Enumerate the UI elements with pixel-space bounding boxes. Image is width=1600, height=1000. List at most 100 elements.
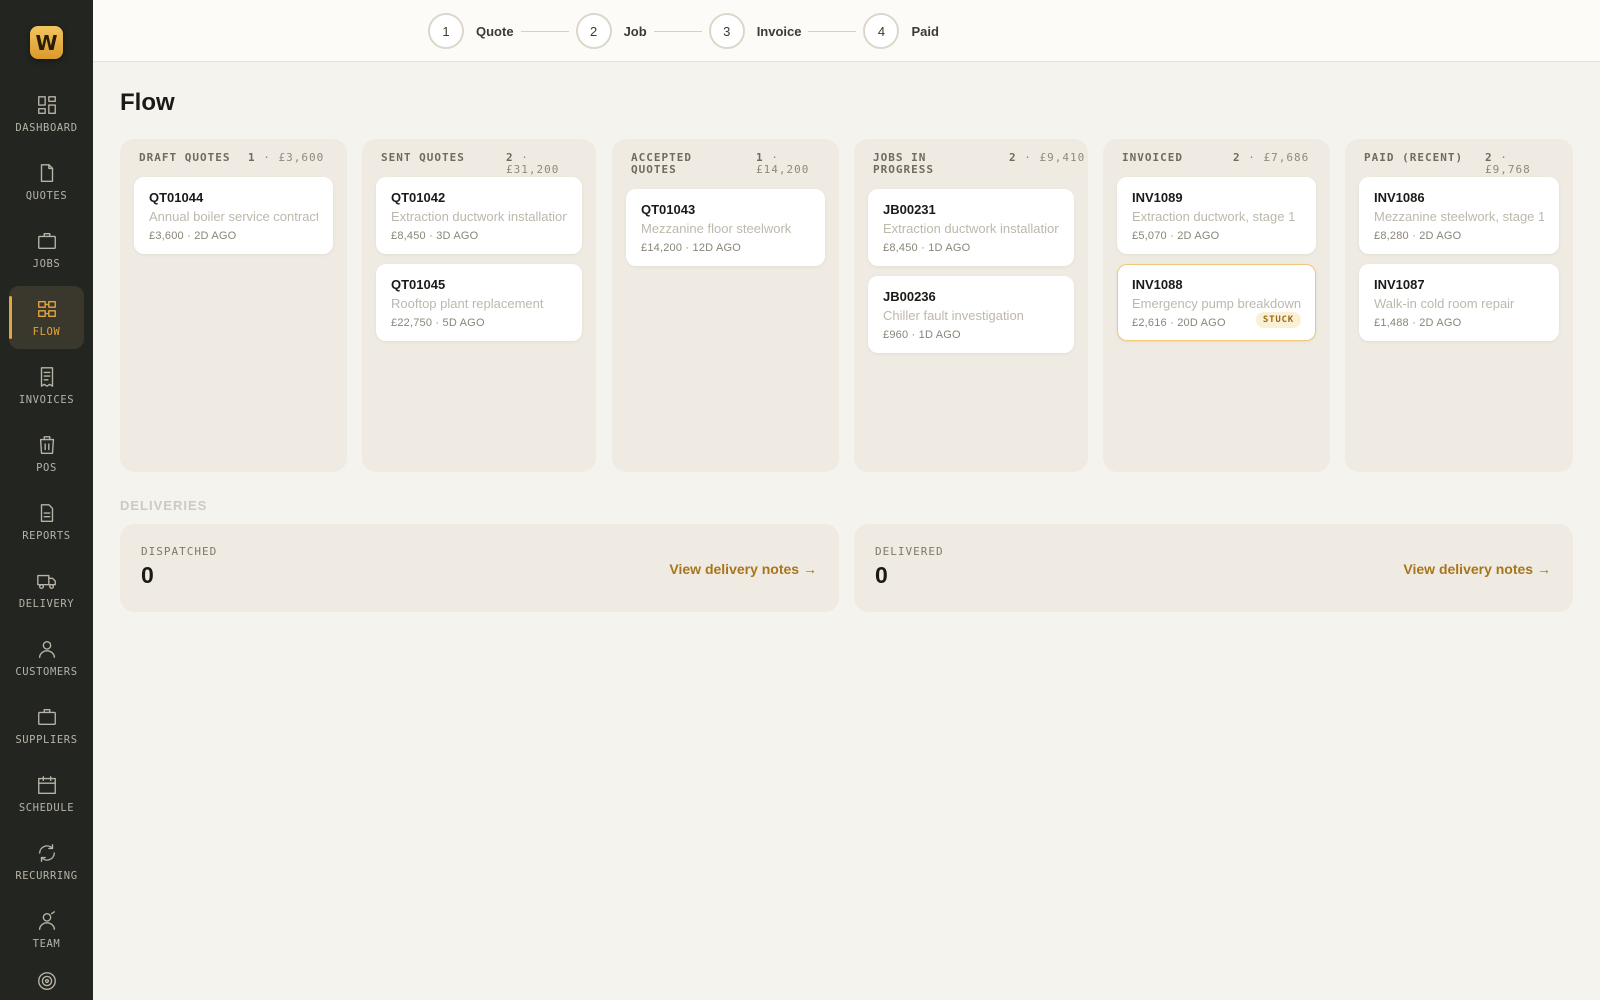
card-id: INV1086 — [1374, 190, 1425, 205]
team-icon — [38, 910, 55, 930]
sidebar: W DASHBOARD QUOTES JOBS FLOW INVOICES PO… — [0, 0, 93, 1000]
sidebar-item-label: RECURRING — [15, 869, 78, 882]
card-description: Mezzanine floor steelwork — [641, 221, 792, 236]
column-jobs-in-progress: JOBS IN PROGRESS 2 · £9,410 JB00231 Extr… — [854, 139, 1088, 472]
sidebar-item-suppliers[interactable]: SUPPLIERS — [9, 694, 84, 757]
delivery-dispatched-panel: DISPATCHED 0 View delivery notes → — [120, 524, 839, 612]
flow-card[interactable]: JB00231 Extraction ductwork installation… — [868, 189, 1074, 266]
column-title: DRAFT QUOTES — [139, 151, 231, 164]
register-icon — [39, 435, 54, 454]
card-meta: £8,450 · 1D AGO — [883, 242, 971, 254]
sidebar-item-team[interactable]: TEAM — [9, 898, 84, 961]
sidebar-item-label: DASHBOARD — [15, 121, 78, 134]
card-id: INV1087 — [1374, 277, 1425, 292]
card-description: Extraction ductwork, stage 1 — [1132, 209, 1296, 224]
card-id: INV1088 — [1132, 277, 1183, 292]
sidebar-item-invoices[interactable]: INVOICES — [9, 354, 84, 417]
sidebar-item-schedule[interactable]: SCHEDULE — [9, 762, 84, 825]
column-total: £7,686 — [1263, 151, 1310, 164]
step-2-circle[interactable]: 2 — [575, 13, 612, 49]
column-meta: 1 · £14,200 — [756, 151, 810, 176]
card-description: Annual boiler service contract — [149, 209, 318, 224]
briefcase-icon — [37, 708, 56, 725]
sidebar-item-jobs[interactable]: JOBS — [9, 218, 84, 281]
sidebar-item-reports[interactable]: REPORTS — [9, 490, 84, 553]
deliveries-section-label: DELIVERIES — [120, 498, 208, 513]
sidebar-nav: DASHBOARD QUOTES JOBS FLOW INVOICES POS … — [0, 82, 93, 1000]
card-description: Mezzanine steelwork, stage 1 — [1374, 209, 1544, 224]
dispatched-label: DISPATCHED — [141, 545, 218, 558]
step-2-label: Job — [623, 23, 647, 39]
refresh-icon — [38, 843, 55, 862]
card-meta: £5,070 · 2D AGO — [1132, 230, 1220, 242]
flow-card[interactable]: QT01043 Mezzanine floor steelwork £14,20… — [626, 189, 825, 266]
sidebar-item-pos[interactable]: POS — [9, 422, 84, 485]
step-3-label: Invoice — [756, 23, 802, 39]
column-count: 1 — [248, 151, 256, 164]
sidebar-item-customers[interactable]: CUSTOMERS — [9, 626, 84, 689]
stuck-badge: STUCK — [1255, 312, 1301, 328]
column-draft-quotes: DRAFT QUOTES 1 · £3,600 QT01044 Annual b… — [120, 139, 347, 472]
sidebar-item-label: TEAM — [32, 937, 61, 950]
sidebar-item-delivery[interactable]: DELIVERY — [9, 558, 84, 621]
column-title: INVOICED — [1122, 151, 1183, 164]
document-icon — [40, 163, 53, 182]
flow-card[interactable]: QT01045 Rooftop plant replacement £22,75… — [376, 264, 582, 341]
sidebar-item-dashboard[interactable]: DASHBOARD — [9, 82, 84, 145]
user-icon — [38, 640, 55, 658]
step-connector — [520, 30, 569, 32]
card-description: Rooftop plant replacement — [391, 296, 544, 311]
card-meta: £8,280 · 2D AGO — [1374, 230, 1462, 242]
sidebar-item-label: SCHEDULE — [18, 801, 75, 814]
card-description: Walk-in cold room repair — [1374, 296, 1515, 311]
column-total: £3,600 — [278, 151, 325, 164]
flow-card[interactable]: INV1086 Mezzanine steelwork, stage 1 £8,… — [1359, 177, 1559, 254]
sidebar-item-quotes[interactable]: QUOTES — [9, 150, 84, 213]
flow-card[interactable]: QT01042 Extraction ductwork installation… — [376, 177, 582, 254]
view-delivery-notes-link[interactable]: View delivery notes → — [669, 561, 817, 577]
sidebar-item-more[interactable] — [9, 966, 84, 1000]
column-title: ACCEPTED QUOTES — [631, 151, 692, 176]
column-sent-quotes: SENT QUOTES 2 · £31,200 QT01042 Extracti… — [362, 139, 596, 472]
step-4-label: Paid — [911, 23, 939, 39]
card-meta: £14,200 · 12D AGO — [641, 242, 742, 254]
card-description: Extraction ductwork installation — [391, 209, 567, 224]
card-meta: £960 · 1D AGO — [883, 329, 961, 341]
sidebar-item-label: CUSTOMERS — [15, 665, 78, 678]
column-total: £9,410 — [1039, 151, 1086, 164]
card-id: QT01042 — [391, 190, 446, 205]
flow-card-stuck[interactable]: INV1088 Emergency pump breakdown £2,616 … — [1117, 264, 1316, 341]
card-description: Emergency pump breakdown — [1132, 296, 1301, 311]
column-header: JOBS IN PROGRESS 2 · £9,410 — [868, 139, 1084, 189]
dashboard-icon — [37, 95, 56, 114]
sidebar-item-label: QUOTES — [25, 189, 68, 202]
delivered-count: 0 — [875, 562, 888, 588]
card-description: Extraction ductwork installation — [883, 221, 1059, 236]
app-logo[interactable]: W — [30, 26, 63, 59]
card-id: QT01043 — [641, 202, 696, 217]
sidebar-item-label: JOBS — [32, 257, 61, 270]
flow-card[interactable]: INV1089 Extraction ductwork, stage 1 £5,… — [1117, 177, 1316, 254]
column-count: 2 — [1233, 151, 1241, 164]
flow-card[interactable]: JB00236 Chiller fault investigation £960… — [868, 276, 1074, 353]
view-delivery-notes-link[interactable]: View delivery notes → — [1403, 561, 1551, 577]
card-description: Chiller fault investigation — [883, 308, 1024, 323]
calendar-icon — [37, 775, 56, 794]
sidebar-item-recurring[interactable]: RECURRING — [9, 830, 84, 893]
step-3-circle[interactable]: 3 — [708, 13, 745, 49]
column-accepted-quotes: ACCEPTED QUOTES 1 · £14,200 QT01043 Mezz… — [612, 139, 839, 472]
flow-card[interactable]: QT01044 Annual boiler service contract £… — [134, 177, 333, 254]
step-1-circle[interactable]: 1 — [428, 13, 464, 49]
step-connector — [808, 30, 857, 32]
sidebar-item-flow[interactable]: FLOW — [9, 286, 84, 349]
card-meta: £22,750 · 5D AGO — [391, 317, 485, 329]
card-meta: £3,600 · 2D AGO — [149, 230, 237, 242]
step-4-circle[interactable]: 4 — [863, 13, 900, 49]
step-1-label: Quote — [476, 23, 514, 39]
column-meta: 2 · £31,200 — [506, 151, 560, 176]
card-id: QT01044 — [149, 190, 204, 205]
flow-card[interactable]: INV1087 Walk-in cold room repair £1,488 … — [1359, 264, 1559, 341]
sidebar-item-label: SUPPLIERS — [15, 733, 78, 746]
sidebar-item-label: DELIVERY — [18, 597, 75, 610]
receipt-icon — [40, 366, 53, 387]
